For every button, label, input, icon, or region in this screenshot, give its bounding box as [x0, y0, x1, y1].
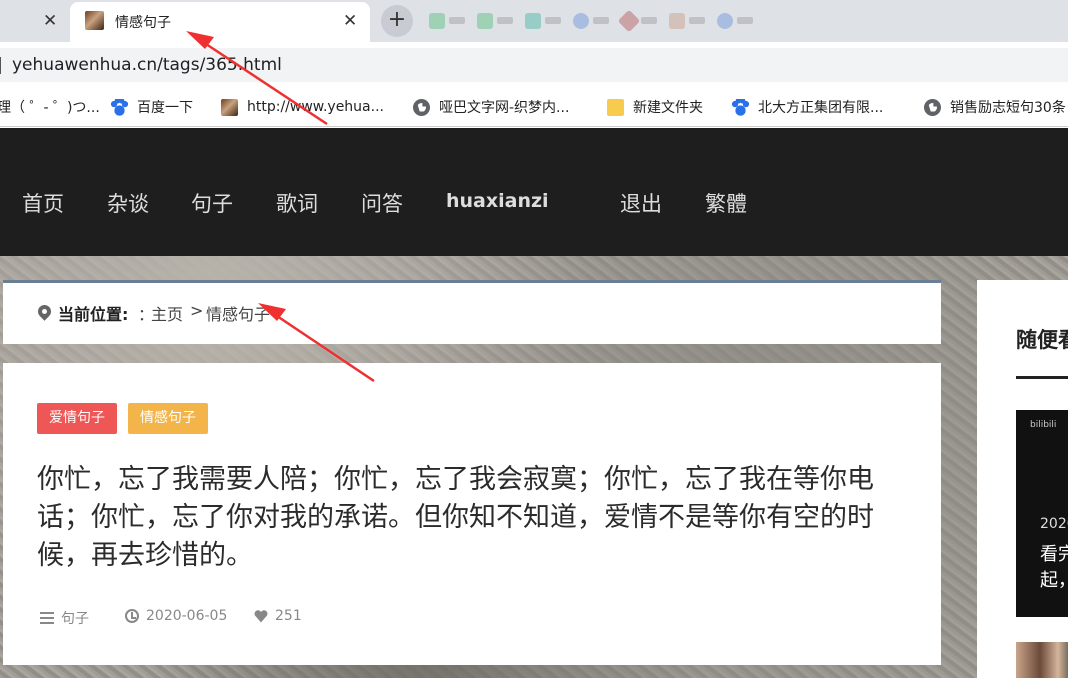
background-tab[interactable]: [421, 6, 469, 36]
site-favicon-icon: [85, 11, 104, 30]
bookmark-label: 理（ ゜- ゜)つ...: [0, 100, 100, 116]
breadcrumb: 当前位置: ： 主页 > 情感句子: [3, 280, 941, 344]
sidebar-video-thumbnail[interactable]: bilibili 2020 看完 起，: [1016, 410, 1068, 617]
background-tab[interactable]: [709, 6, 757, 36]
paw-icon: [111, 98, 128, 116]
nav-traditional[interactable]: 繁體: [705, 188, 747, 218]
page-content: 首页 杂谈 句子 歌词 问答 huaxianzi 退出 繁體 当前位置: ： 主…: [0, 128, 1068, 678]
background-tab[interactable]: [469, 6, 517, 36]
background-tab[interactable]: [565, 6, 613, 36]
bookmark-label: 销售励志短句30条: [950, 100, 1066, 116]
background-tabs: [421, 6, 757, 36]
background-tab[interactable]: [661, 6, 709, 36]
bookmark-item[interactable]: 北大方正集团有限...: [732, 87, 883, 127]
bookmark-item[interactable]: 百度一下: [111, 87, 193, 127]
globe-icon: [924, 98, 941, 116]
bookmark-label: http://www.yehua...: [247, 99, 384, 115]
address-bar: yehuawenhua.cn/tags/365.html: [0, 42, 1068, 87]
nav-juzi[interactable]: 句子: [191, 188, 233, 218]
list-icon: [40, 612, 54, 624]
likes-count: 251: [275, 608, 302, 624]
breadcrumb-label: 当前位置:: [58, 305, 129, 324]
folder-icon: [607, 98, 624, 116]
tag-emotion[interactable]: 情感句子: [128, 403, 208, 434]
nav-home[interactable]: 首页: [22, 188, 64, 218]
tab-title: 情感句子: [115, 15, 171, 31]
globe-icon: [413, 98, 430, 116]
tab-active[interactable]: 情感句子 ✕: [70, 2, 370, 42]
bookmark-item[interactable]: 理（ ゜- ゜)つ...: [0, 87, 100, 127]
thumbnail-title-line1: 看完: [1040, 544, 1068, 565]
text-cursor: [0, 57, 1, 74]
post-category[interactable]: 句子: [40, 608, 89, 628]
bookmark-item[interactable]: http://www.yehua...: [221, 87, 384, 127]
post-date: 2020-06-05: [125, 608, 227, 624]
bookmark-label: 新建文件夹: [633, 100, 703, 116]
bookmark-item[interactable]: 哑巴文字网-织梦内...: [413, 87, 569, 127]
thumbnail-year: 2020: [1040, 516, 1068, 532]
category-label: 句子: [61, 611, 89, 627]
site-image-icon: [221, 98, 238, 116]
bookmark-label: 北大方正集团有限...: [758, 100, 884, 116]
post-card: 爱情句子 情感句子 你忙，忘了我需要人陪；你忙，忘了我会寂寞；你忙，忘了我在等你…: [3, 363, 941, 665]
location-pin-icon: [35, 302, 54, 321]
paw-icon: [732, 98, 749, 116]
nav-wenda[interactable]: 问答: [361, 188, 403, 218]
background-tab[interactable]: [517, 6, 565, 36]
breadcrumb-home[interactable]: 主页: [151, 301, 183, 325]
thumbnail-title-line2: 起，: [1040, 570, 1068, 591]
heading-underline: [1016, 376, 1068, 379]
post-text[interactable]: 你忙，忘了我需要人陪；你忙，忘了我会寂寞；你忙，忘了我在等你电话；你忙，忘了你对…: [37, 461, 907, 575]
url-field[interactable]: yehuawenhua.cn/tags/365.html: [0, 48, 1068, 82]
date-label: 2020-06-05: [146, 608, 228, 624]
close-icon[interactable]: ✕: [343, 11, 357, 31]
tab-strip: ✕ 情感句子 ✕ +: [0, 0, 1068, 42]
bookmark-item[interactable]: 新建文件夹: [607, 87, 703, 127]
bookmark-label: 百度一下: [137, 100, 193, 116]
tag-love[interactable]: 爱情句子: [37, 403, 117, 434]
breadcrumb-current[interactable]: 情感句子: [206, 301, 270, 325]
close-icon[interactable]: ✕: [43, 11, 57, 31]
bilibili-logo: bilibili: [1030, 420, 1057, 430]
sidebar-random: 随便看 bilibili 2020 看完 起，: [977, 280, 1068, 678]
clock-icon: [125, 609, 139, 623]
post-likes[interactable]: 251: [254, 608, 302, 624]
site-nav: 首页 杂谈 句子 歌词 问答 huaxianzi 退出 繁體: [0, 128, 1068, 256]
bookmark-item[interactable]: 销售励志短句30条: [924, 87, 1066, 127]
breadcrumb-arrow: >: [190, 301, 204, 320]
sidebar-thumbnail-2[interactable]: [1016, 642, 1068, 678]
new-tab-button[interactable]: +: [381, 5, 413, 37]
bookmark-label: 哑巴文字网-织梦内...: [439, 100, 570, 116]
nav-geci[interactable]: 歌词: [276, 188, 318, 218]
nav-logout[interactable]: 退出: [620, 188, 662, 218]
heart-icon: [254, 610, 268, 623]
bookmarks-bar: 理（ ゜- ゜)つ... 百度一下 http://www.yehua... 哑巴…: [0, 87, 1068, 127]
nav-user[interactable]: huaxianzi: [446, 190, 549, 212]
background-tab[interactable]: [613, 6, 661, 36]
nav-zatan[interactable]: 杂谈: [107, 188, 149, 218]
tab-previous[interactable]: ✕: [0, 0, 70, 42]
sidebar-heading: 随便看: [1016, 328, 1068, 352]
url-text: yehuawenhua.cn/tags/365.html: [12, 55, 282, 75]
